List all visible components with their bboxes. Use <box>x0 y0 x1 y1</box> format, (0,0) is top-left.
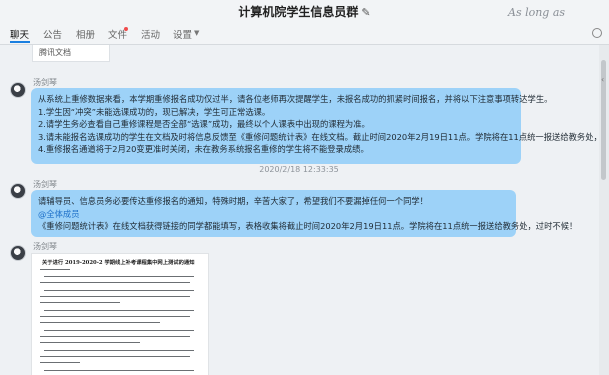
edit-icon[interactable]: ✎ <box>361 6 370 19</box>
side-collapse-icon[interactable]: ‹ <box>601 75 604 84</box>
doc-text-line <box>44 330 194 331</box>
message-bubble[interactable]: 请辅导员、信息员务必要传达重修报名的通知，特殊时期，辛苦大家了，希望我们不要漏掉… <box>31 190 578 237</box>
more-icon[interactable] <box>592 28 602 38</box>
tab-announcement[interactable]: 公告 <box>43 27 62 41</box>
sender-name: 汤剑琴 <box>33 180 57 189</box>
message-line: 3.请未能报名选课成功的学生在文档及时将信息反馈至《重修问题统计表》在线文档。截… <box>38 131 598 142</box>
doc-text-line <box>40 362 80 363</box>
doc-text-line <box>40 269 70 270</box>
message-line: 请辅导员、信息员务必要传达重修报名的通知，特殊时期，辛苦大家了，希望我们不要漏掉… <box>38 196 428 206</box>
files-badge-dot <box>124 27 128 31</box>
sender-name: 汤剑琴 <box>33 78 57 87</box>
mention-all[interactable]: @全体成员 <box>38 208 509 221</box>
chat-area: 腾讯文档 汤剑琴 从系统上重修数据来看，本学期重修报名成功仅过半，请各位老师再次… <box>0 45 598 375</box>
file-card[interactable]: 腾讯文档 <box>32 45 110 62</box>
sender-name: 汤剑琴 <box>33 242 57 251</box>
message-line: 1.学生因“冲突”未能选课成功的，现已解决，学生可正常选课。 <box>38 106 271 117</box>
message-line: 《重修问题统计表》在线文档获得链接的同学都能填写，表格收集将截止时间2020年2… <box>38 221 578 231</box>
doc-text-line <box>40 342 140 343</box>
group-name: 计算机院学生信息员群 <box>238 5 359 19</box>
tab-settings[interactable]: 设置 <box>173 27 192 41</box>
doc-text-line <box>40 356 190 357</box>
doc-text-line <box>40 322 160 323</box>
message-line: 2.请学生务必查看自己重修课程是否全部“选课”成功，最终以个人课表中出现的课程为… <box>38 119 370 129</box>
doc-text-line <box>44 290 194 291</box>
tab-activity[interactable]: 活动 <box>141 27 160 41</box>
tab-album[interactable]: 相册 <box>76 27 95 41</box>
doc-text-line <box>44 350 194 351</box>
doc-text-line <box>40 296 190 297</box>
image-message[interactable]: 关于进行 2019-2020-2 学期线上补考课程集中网上测试的通知 <box>31 253 209 375</box>
message-bubble[interactable]: 从系统上重修数据来看，本学期重修报名成功仅过半，请各位老师再次提醒学生，未报名成… <box>31 88 598 164</box>
active-tab-indicator <box>10 41 30 43</box>
doc-text-line <box>40 336 190 337</box>
doc-text-line <box>44 310 194 311</box>
message-line: 从系统上重修数据来看，本学期重修报名成功仅过半，请各位老师再次提醒学生，未报名成… <box>38 94 553 104</box>
watermark-text: As long as <box>508 6 566 19</box>
message-line: 4.重修报名通道将于2月20变更准时关闭，未在教务系统报名重修的学生将不能登录成… <box>38 144 369 154</box>
tab-chat[interactable]: 聊天 <box>10 27 29 41</box>
avatar[interactable] <box>10 245 26 261</box>
document-title: 关于进行 2019-2020-2 学期线上补考课程集中网上测试的通知 <box>42 260 195 266</box>
doc-text-line <box>40 282 190 283</box>
doc-text-line <box>40 302 120 303</box>
doc-text-line <box>40 316 190 317</box>
avatar[interactable] <box>10 183 26 199</box>
avatar[interactable] <box>10 82 26 98</box>
message-timestamp: 2020/2/18 12:33:35 <box>259 165 339 174</box>
chevron-down-icon[interactable]: ▼ <box>194 29 199 37</box>
title-bar: 计算机院学生信息员群 ✎ As long as <box>0 0 609 22</box>
doc-text-line <box>44 276 194 277</box>
doc-text-line <box>44 370 194 371</box>
tab-bar: 聊天 公告 相册 文件 活动 设置 <box>0 22 609 45</box>
